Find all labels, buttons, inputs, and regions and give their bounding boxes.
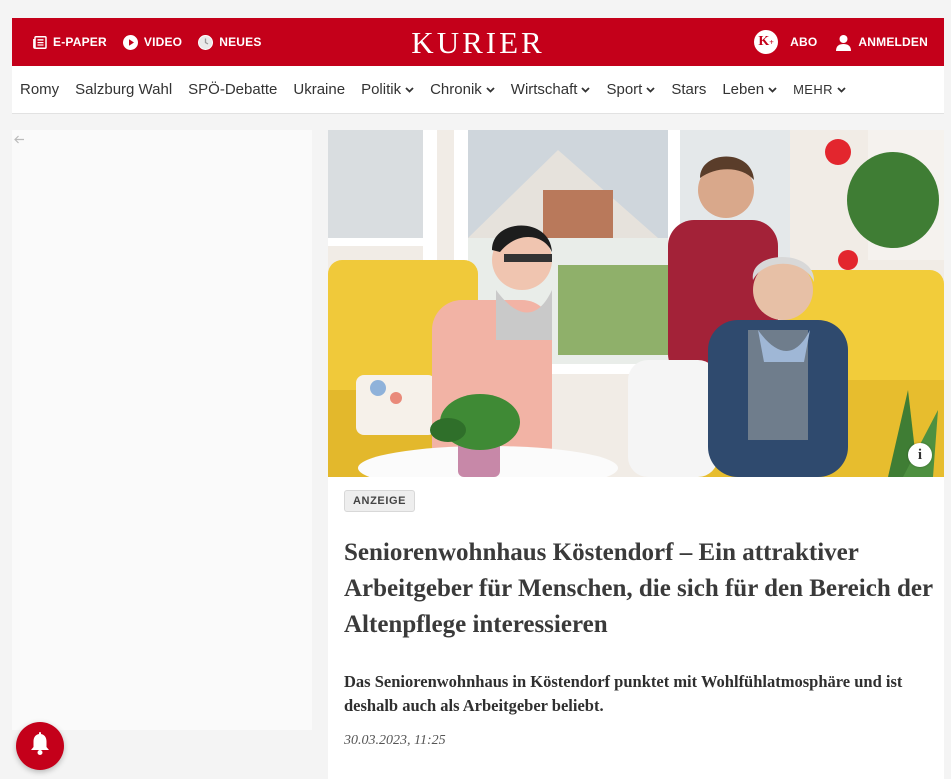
page: E-PAPER VIDEO NEUES KURIER K + ABO ANMEL… xyxy=(0,0,951,779)
nav-label: Wirtschaft xyxy=(510,81,578,98)
epaper-link[interactable]: E-PAPER xyxy=(33,35,107,49)
epaper-label: E-PAPER xyxy=(53,35,107,49)
nav-item-salzburg-wahl[interactable]: Salzburg Wahl xyxy=(75,81,172,98)
article-lead: Das Seniorenwohnhaus in Köstendorf punkt… xyxy=(344,672,903,715)
top-header: E-PAPER VIDEO NEUES KURIER K + ABO ANMEL… xyxy=(12,18,944,66)
login-link[interactable]: ANMELDEN xyxy=(835,34,928,51)
video-link[interactable]: VIDEO xyxy=(122,34,183,50)
image-info-button[interactable]: i xyxy=(908,443,932,467)
anzeige-badge: ANZEIGE xyxy=(344,490,416,512)
login-label: ANMELDEN xyxy=(858,35,928,49)
chevron-down-icon xyxy=(486,86,495,93)
chevron-down-icon xyxy=(768,86,777,93)
chevron-down-icon xyxy=(646,86,655,93)
nav-item-chronik[interactable]: Chronik xyxy=(430,81,495,98)
notification-bell-button[interactable] xyxy=(16,722,64,770)
kurier-logo[interactable]: KURIER xyxy=(411,25,544,61)
header-left-links: E-PAPER VIDEO NEUES xyxy=(12,34,262,50)
abo-label: ABO xyxy=(790,35,818,49)
kplus-letter: K xyxy=(758,34,770,49)
header-right-links: K + ABO ANMELDEN xyxy=(754,18,928,66)
video-label: VIDEO xyxy=(143,35,183,49)
newspaper-icon xyxy=(33,35,47,49)
nav-label: Politik xyxy=(361,81,402,98)
nav-label: SPÖ-Debatte xyxy=(188,81,278,98)
nav-label: Leben xyxy=(722,81,765,98)
chevron-down-icon xyxy=(837,86,846,93)
nav-item-leben[interactable]: Leben xyxy=(722,81,777,98)
chevron-down-icon xyxy=(405,86,414,93)
article-card[interactable]: i ANZEIGE Seniorenwohnhaus Köstendorf – … xyxy=(328,130,944,779)
nav-item-politik[interactable]: Politik xyxy=(361,81,414,98)
nav-label: Chronik xyxy=(430,81,482,98)
article-headline[interactable]: Seniorenwohnhaus Köstendorf – Ein attrak… xyxy=(344,535,934,643)
article-photo xyxy=(328,130,944,477)
arrow-left-icon[interactable] xyxy=(14,133,25,147)
neues-label: NEUES xyxy=(219,35,262,49)
nav-label: Sport xyxy=(606,81,643,98)
chevron-down-icon xyxy=(581,86,591,93)
kplus-plus: + xyxy=(769,37,774,47)
nav-item-ukraine[interactable]: Ukraine xyxy=(293,81,345,98)
nav-label: Stars xyxy=(671,81,707,98)
nav-item-mehr[interactable]: MEHR xyxy=(793,82,846,97)
nav-label: Romy xyxy=(20,81,60,98)
nav-item-sport[interactable]: Sport xyxy=(606,81,655,98)
nav-item-wirtschaft[interactable]: Wirtschaft xyxy=(511,81,591,98)
nav-label: Salzburg Wahl xyxy=(75,81,173,98)
nav-label: Ukraine xyxy=(293,81,346,98)
abo-link[interactable]: ABO xyxy=(790,35,817,49)
nav-label: MEHR xyxy=(793,82,833,97)
main-navigation: Romy Salzburg Wahl SPÖ-Debatte Ukraine P… xyxy=(12,66,944,114)
clock-icon xyxy=(198,34,214,50)
user-icon xyxy=(835,34,852,51)
nav-item-spoe-debatte[interactable]: SPÖ-Debatte xyxy=(188,81,277,98)
neues-link[interactable]: NEUES xyxy=(198,34,262,50)
kplus-icon[interactable]: K + xyxy=(754,30,779,54)
article-date: 30.03.2023, 11:25 xyxy=(344,733,446,748)
play-icon xyxy=(122,34,138,50)
article-image[interactable]: i xyxy=(328,130,944,477)
nav-item-romy[interactable]: Romy xyxy=(20,81,59,98)
nav-item-stars[interactable]: Stars xyxy=(671,81,706,98)
left-placeholder-panel xyxy=(12,130,312,730)
bell-icon xyxy=(29,731,51,761)
